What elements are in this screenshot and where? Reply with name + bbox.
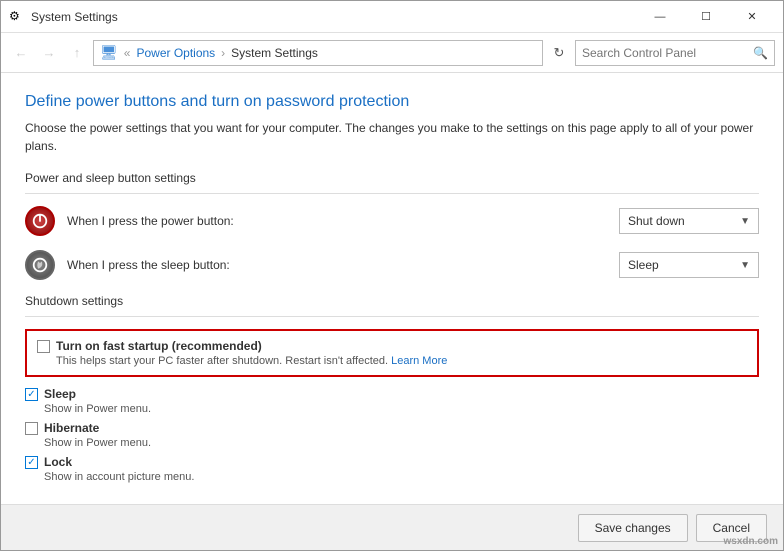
search-box: 🔍 bbox=[575, 40, 775, 66]
refresh-button[interactable]: ↻ bbox=[547, 41, 571, 65]
power-sleep-section-label: Power and sleep button settings bbox=[25, 171, 759, 185]
page-description: Choose the power settings that you want … bbox=[25, 119, 759, 155]
shutdown-section-label: Shutdown settings bbox=[25, 294, 759, 308]
power-button-dropdown[interactable]: Shut down ▼ bbox=[619, 208, 759, 234]
address-actions: ↻ bbox=[547, 41, 571, 65]
fast-startup-label: Turn on fast startup (recommended) bbox=[56, 339, 262, 353]
learn-more-link[interactable]: Learn More bbox=[391, 355, 447, 367]
breadcrumb-power-options[interactable]: Power Options bbox=[136, 46, 215, 60]
shutdown-section: Shutdown settings Turn on fast startup (… bbox=[25, 294, 759, 483]
page-title: Define power buttons and turn on passwor… bbox=[25, 93, 759, 111]
fast-startup-desc-text: This helps start your PC faster after sh… bbox=[56, 355, 388, 367]
close-button[interactable]: ✕ bbox=[729, 1, 775, 33]
breadcrumb-current: System Settings bbox=[231, 46, 318, 60]
save-changes-button[interactable]: Save changes bbox=[578, 514, 688, 542]
breadcrumb-separator: › bbox=[221, 46, 225, 60]
power-dropdown-arrow: ▼ bbox=[740, 216, 750, 227]
sleep-button-dropdown[interactable]: Sleep ▼ bbox=[619, 252, 759, 278]
sleep-option-sublabel: Show in Power menu. bbox=[44, 403, 759, 415]
sleep-button-icon bbox=[25, 250, 55, 280]
title-controls: — ☐ ✕ bbox=[637, 1, 775, 33]
lock-option-label: Lock bbox=[44, 455, 72, 469]
up-button[interactable]: ↑ bbox=[65, 41, 89, 65]
fast-startup-box: Turn on fast startup (recommended) This … bbox=[25, 329, 759, 377]
window-title: System Settings bbox=[31, 10, 118, 24]
search-icon: 🔍 bbox=[753, 46, 768, 60]
minimize-button[interactable]: — bbox=[637, 1, 683, 33]
address-field: 🖥 « Power Options › System Settings bbox=[93, 40, 543, 66]
sleep-option-label: Sleep bbox=[44, 387, 76, 401]
sleep-option-row: Sleep bbox=[25, 387, 759, 401]
sleep-option-group: Sleep Show in Power menu. bbox=[25, 387, 759, 415]
sleep-button-value: Sleep bbox=[628, 258, 659, 272]
sleep-dropdown-arrow: ▼ bbox=[740, 260, 750, 271]
sleep-button-label: When I press the sleep button: bbox=[67, 258, 607, 272]
hibernate-option-sublabel: Show in Power menu. bbox=[44, 437, 759, 449]
divider-2 bbox=[25, 316, 759, 317]
breadcrumb-prefix: « bbox=[124, 46, 131, 60]
forward-button[interactable]: → bbox=[37, 41, 61, 65]
power-button-value: Shut down bbox=[628, 214, 685, 228]
content-area: Define power buttons and turn on passwor… bbox=[1, 73, 783, 504]
lock-option-row: Lock bbox=[25, 455, 759, 469]
hibernate-option-label: Hibernate bbox=[44, 421, 99, 435]
window-icon: ⚙ bbox=[9, 9, 25, 25]
system-settings-window: ⚙ System Settings — ☐ ✕ ← → ↑ 🖥 « Power … bbox=[0, 0, 784, 551]
search-input[interactable] bbox=[582, 46, 749, 60]
lock-option-group: Lock Show in account picture menu. bbox=[25, 455, 759, 483]
power-button-icon bbox=[25, 206, 55, 236]
power-button-label: When I press the power button: bbox=[67, 214, 607, 228]
hibernate-option-row: Hibernate bbox=[25, 421, 759, 435]
sleep-button-row: When I press the sleep button: Sleep ▼ bbox=[25, 250, 759, 280]
fast-startup-row: Turn on fast startup (recommended) bbox=[37, 339, 747, 353]
breadcrumb-icon: 🖥 bbox=[100, 44, 118, 61]
hibernate-option-group: Hibernate Show in Power menu. bbox=[25, 421, 759, 449]
sleep-checkbox[interactable] bbox=[25, 388, 38, 401]
divider-1 bbox=[25, 193, 759, 194]
address-bar: ← → ↑ 🖥 « Power Options › System Setting… bbox=[1, 33, 783, 73]
back-button[interactable]: ← bbox=[9, 41, 33, 65]
fast-startup-desc: This helps start your PC faster after sh… bbox=[56, 355, 747, 367]
title-bar-left: ⚙ System Settings bbox=[9, 9, 118, 25]
watermark: wsxdn.com bbox=[724, 536, 778, 547]
power-button-row: When I press the power button: Shut down… bbox=[25, 206, 759, 236]
fast-startup-checkbox[interactable] bbox=[37, 340, 50, 353]
hibernate-checkbox[interactable] bbox=[25, 422, 38, 435]
title-bar: ⚙ System Settings — ☐ ✕ bbox=[1, 1, 783, 33]
lock-option-sublabel: Show in account picture menu. bbox=[44, 471, 759, 483]
maximize-button[interactable]: ☐ bbox=[683, 1, 729, 33]
lock-checkbox[interactable] bbox=[25, 456, 38, 469]
footer: Save changes Cancel bbox=[1, 504, 783, 550]
